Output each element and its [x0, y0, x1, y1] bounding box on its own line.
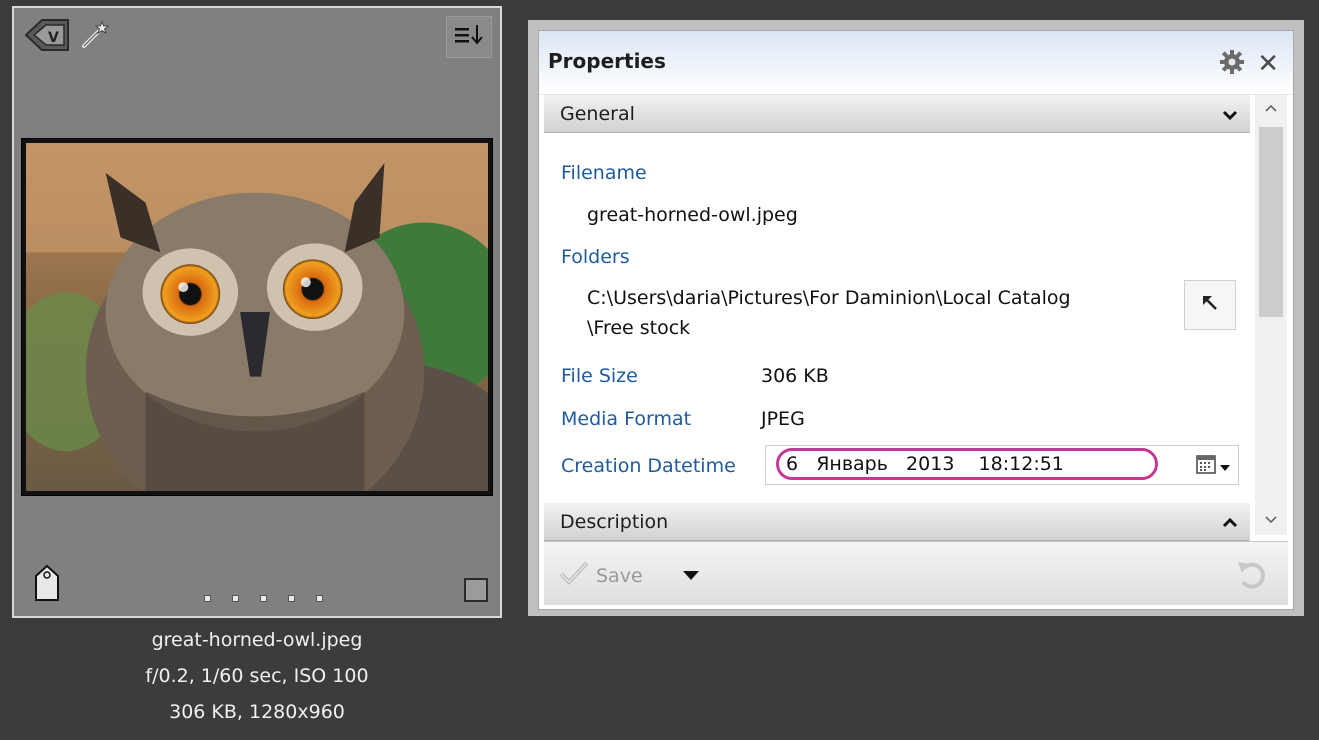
dot[interactable] — [232, 595, 239, 602]
pagination-dots — [204, 595, 323, 602]
sort-order-button[interactable] — [446, 16, 492, 58]
thumbnail-toolbar: V — [24, 18, 110, 56]
folders-value-line2[interactable]: \Free stock — [587, 317, 690, 339]
vertical-scrollbar[interactable] — [1255, 95, 1287, 535]
save-dropdown-icon[interactable] — [682, 567, 700, 586]
scroll-up-arrow[interactable] — [1255, 95, 1287, 121]
gear-icon[interactable] — [1219, 49, 1245, 79]
thumbnail-card[interactable]: V — [12, 6, 502, 618]
owl-photo — [26, 143, 488, 491]
section-description-header[interactable]: Description — [544, 503, 1250, 541]
thumbnail-caption: great-horned-owl.jpeg f/0.2, 1/60 sec, I… — [12, 622, 502, 730]
section-general-header[interactable]: General — [544, 95, 1250, 133]
mediaformat-value: JPEG — [761, 408, 805, 430]
creation-datetime-value[interactable]: 6 Январь 2013 18:12:51 — [786, 453, 1064, 475]
folders-label: Folders — [561, 246, 630, 268]
mediaformat-label: Media Format — [561, 408, 692, 430]
folders-value-line1[interactable]: C:\Users\daria\Pictures\For Daminion\Loc… — [587, 287, 1071, 309]
properties-panel: Properties ✕ General Filename great-horn… — [538, 30, 1294, 610]
checkbox-icon[interactable] — [464, 578, 488, 602]
dot[interactable] — [260, 595, 267, 602]
dot[interactable] — [316, 595, 323, 602]
daminion-logo-icon[interactable]: V — [24, 18, 70, 56]
dot[interactable] — [204, 595, 211, 602]
go-to-folder-button[interactable] — [1184, 280, 1236, 330]
filesize-value: 306 KB — [761, 365, 829, 387]
checkmark-icon — [558, 560, 590, 591]
thumbnail-exif: f/0.2, 1/60 sec, ISO 100 — [145, 665, 369, 687]
creation-datetime-label: Creation Datetime — [561, 455, 736, 477]
save-label: Save — [596, 564, 643, 587]
panel-header: Properties ✕ — [539, 31, 1293, 95]
section-general-label: General — [560, 103, 635, 125]
scroll-down-arrow[interactable] — [1255, 507, 1287, 533]
thumbnail-size-dims: 306 KB, 1280x960 — [169, 701, 345, 723]
section-description-label: Description — [560, 511, 669, 533]
magic-wand-icon[interactable] — [80, 20, 110, 54]
scroll-thumb[interactable] — [1259, 127, 1283, 317]
thumbnail-filename: great-horned-owl.jpeg — [151, 629, 363, 651]
dropdown-arrow-icon — [1220, 457, 1230, 476]
arrow-up-left-icon — [1201, 294, 1219, 316]
date-picker-button[interactable] — [1196, 454, 1230, 478]
filename-label: Filename — [561, 162, 647, 184]
calendar-icon — [1196, 454, 1216, 478]
sort-order-icon — [453, 22, 485, 52]
filesize-label: File Size — [561, 365, 638, 387]
dot[interactable] — [288, 595, 295, 602]
panel-footer: Save — [544, 541, 1288, 605]
thumbnail-image-frame[interactable] — [21, 138, 493, 496]
filename-value[interactable]: great-horned-owl.jpeg — [587, 204, 798, 226]
creation-datetime-input[interactable]: 6 Январь 2013 18:12:51 — [765, 445, 1239, 485]
panel-title: Properties — [548, 49, 666, 73]
chevron-down-icon[interactable] — [1222, 106, 1238, 125]
chevron-up-icon[interactable] — [1222, 514, 1238, 533]
save-button[interactable]: Save — [558, 560, 643, 591]
close-icon[interactable]: ✕ — [1257, 51, 1279, 77]
undo-icon[interactable] — [1234, 556, 1270, 596]
svg-text:V: V — [48, 30, 59, 46]
tag-icon[interactable] — [34, 564, 60, 606]
